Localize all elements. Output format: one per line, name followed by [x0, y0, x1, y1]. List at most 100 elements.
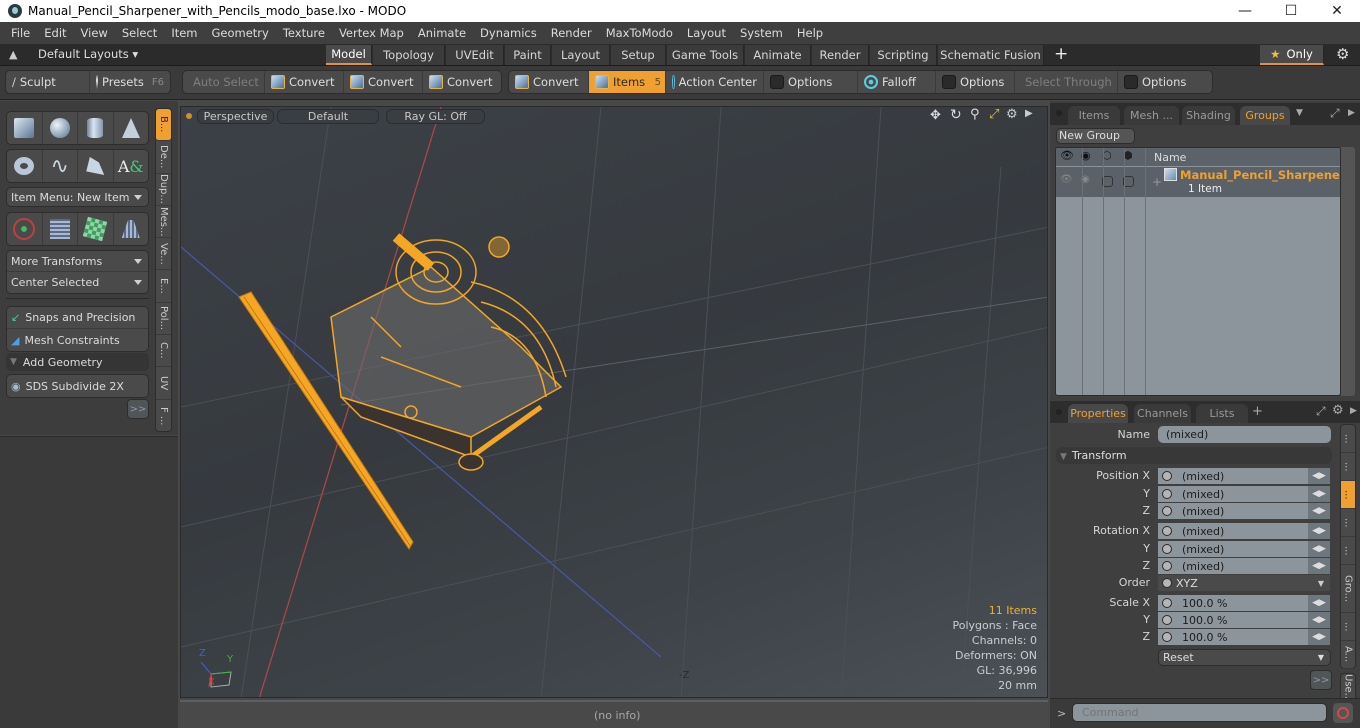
menu-item[interactable]: Item: [164, 26, 204, 40]
vtab-duplicate[interactable]: Dup...: [156, 174, 171, 206]
keyframe-dot-icon[interactable]: [1162, 632, 1172, 642]
torus-primitive-button[interactable]: [7, 150, 43, 182]
scale-x-field[interactable]: 100.0 % ◀▶: [1158, 595, 1330, 611]
center-selected-dropdown[interactable]: Center Selected: [7, 272, 148, 293]
checker-tool-button[interactable]: [78, 213, 114, 245]
text-tool-button[interactable]: A&: [114, 150, 149, 182]
tab-items[interactable]: Items: [1068, 106, 1120, 125]
action-center-button[interactable]: Action Center: [666, 71, 764, 93]
keyframe-dot-icon[interactable]: [1162, 506, 1172, 516]
tabs-dropdown-icon[interactable]: ▼: [1296, 108, 1303, 118]
action-center-options-button[interactable]: Options: [764, 71, 858, 93]
menu-view[interactable]: View: [74, 26, 115, 40]
convert-materials-button[interactable]: Convert: [509, 71, 589, 93]
group-row[interactable]: 👁 ◉ + Manual_Pencil_Sharpener... 1 Item: [1056, 167, 1340, 197]
drag-arrows-icon[interactable]: ◀▶: [1308, 523, 1330, 539]
menu-texture[interactable]: Texture: [276, 26, 332, 40]
tab-mesh[interactable]: Mesh ...: [1124, 106, 1179, 125]
collapse-up-icon[interactable]: ▲: [9, 48, 17, 61]
convert-edges-button[interactable]: Convert: [344, 71, 423, 93]
tab-schematic-fusion[interactable]: Schematic Fusion: [938, 45, 1044, 65]
keyframe-dot-icon[interactable]: [1162, 615, 1172, 625]
rotation-y-field[interactable]: (mixed) ◀▶: [1158, 541, 1330, 557]
tab-shading[interactable]: Shading: [1182, 106, 1235, 125]
sds-subdivide-button[interactable]: ◉ SDS Subdivide 2X: [7, 375, 148, 397]
item-menu-dropdown[interactable]: Item Menu: New Item: [6, 187, 149, 207]
cone-primitive-button[interactable]: [114, 112, 149, 144]
side-tab[interactable]: ...: [1341, 425, 1355, 453]
settings-gear-icon[interactable]: ⚙: [1336, 45, 1349, 63]
side-tab[interactable]: ...: [1341, 453, 1355, 481]
more-properties-button[interactable]: >>: [1310, 670, 1332, 690]
rotate-icon[interactable]: ↻: [950, 107, 962, 123]
add-tab-plus-icon[interactable]: +: [1252, 404, 1263, 419]
convert-polygons-button[interactable]: Convert: [423, 71, 501, 93]
keyframe-dot-icon[interactable]: [1162, 526, 1172, 536]
vtab-polygon[interactable]: Pol...: [156, 303, 171, 336]
sphere-primitive-button[interactable]: [43, 112, 78, 144]
row-visibility-icon[interactable]: 👁: [1060, 174, 1073, 185]
tab-setup[interactable]: Setup: [611, 45, 666, 65]
keyframe-dot-icon[interactable]: [1162, 471, 1172, 481]
vtab-deform[interactable]: De...: [156, 141, 171, 174]
cylinder-primitive-button[interactable]: [78, 112, 114, 144]
spiral-primitive-button[interactable]: ∿: [43, 150, 78, 182]
vtab-curve[interactable]: C...: [156, 335, 171, 368]
position-y-field[interactable]: (mixed) ◀▶: [1158, 486, 1330, 502]
menu-dynamics[interactable]: Dynamics: [473, 26, 544, 40]
select-through-button[interactable]: Select Through: [1015, 71, 1118, 93]
falloff-options-button[interactable]: Options: [936, 71, 1015, 93]
raygl-button[interactable]: Ray GL: Off: [386, 109, 485, 124]
drag-arrows-icon[interactable]: ◀▶: [1308, 629, 1330, 645]
vtab-edge[interactable]: E...: [156, 270, 171, 303]
visibility-eye-icon[interactable]: 👁: [1060, 149, 1074, 162]
add-tab-button[interactable]: +: [1054, 44, 1068, 64]
tab-uvedit[interactable]: UVEdit: [446, 45, 504, 65]
menu-system[interactable]: System: [733, 26, 790, 40]
viewport-settings-gear-icon[interactable]: ⚙: [1006, 107, 1018, 122]
pan-icon[interactable]: ✥: [930, 108, 941, 123]
maximize-panel-icon[interactable]: ⤢: [1330, 106, 1340, 121]
shading-style-button[interactable]: Default: [277, 109, 379, 124]
keyframe-dot-icon[interactable]: [1162, 489, 1172, 499]
close-button[interactable]: ✕: [1314, 0, 1360, 22]
cube-primitive-button[interactable]: [7, 112, 43, 144]
scale-y-field[interactable]: 100.0 % ◀▶: [1158, 612, 1330, 628]
presets-button[interactable]: Presets F6: [90, 71, 170, 93]
tab-topology[interactable]: Topology: [373, 45, 445, 65]
vtab-basic[interactable]: B...: [156, 109, 171, 142]
vtab-mesh[interactable]: Mes...: [156, 206, 171, 239]
drag-arrows-icon[interactable]: ◀▶: [1308, 612, 1330, 628]
tab-render[interactable]: Render: [812, 45, 869, 65]
tab-game-tools[interactable]: Game Tools: [667, 45, 744, 65]
reset-dropdown[interactable]: Reset ▼: [1158, 649, 1331, 666]
tab-layout[interactable]: Layout: [552, 45, 610, 65]
menu-render[interactable]: Render: [544, 26, 599, 40]
side-tab[interactable]: ...: [1341, 509, 1355, 537]
menu-geometry[interactable]: Geometry: [205, 26, 276, 40]
expand-arrow-icon[interactable]: ▶: [1025, 108, 1033, 119]
panel-arrow-icon[interactable]: ▶: [1350, 406, 1357, 416]
maximize-button[interactable]: ☐: [1268, 0, 1314, 22]
expand-plus-icon[interactable]: +: [1152, 175, 1162, 189]
menu-maxtomodo[interactable]: MaxToModo: [599, 26, 680, 40]
drag-arrows-icon[interactable]: ◀▶: [1308, 468, 1330, 484]
mesh-constraints-button[interactable]: ◢ Mesh Constraints: [7, 329, 148, 351]
more-transforms-dropdown[interactable]: More Transforms: [7, 251, 148, 272]
snaps-precision-button[interactable]: ↙ Snaps and Precision: [7, 307, 148, 329]
tab-lists[interactable]: Lists: [1196, 404, 1248, 423]
name-field[interactable]: (mixed): [1158, 426, 1331, 443]
drag-arrows-icon[interactable]: ◀▶: [1308, 486, 1330, 502]
side-tab-active[interactable]: ...: [1341, 481, 1355, 509]
viewport-options-dot-icon[interactable]: [186, 113, 192, 119]
menu-file[interactable]: File: [4, 26, 37, 40]
menu-vertex-map[interactable]: Vertex Map: [332, 26, 411, 40]
scale-z-field[interactable]: 100.0 % ◀▶: [1158, 629, 1330, 645]
position-x-field[interactable]: (mixed) ◀▶: [1158, 468, 1330, 484]
minimize-button[interactable]: —: [1222, 0, 1268, 22]
keyframe-dot-icon[interactable]: [1162, 598, 1172, 608]
lattice-tool-button[interactable]: [43, 213, 78, 245]
tab-paint[interactable]: Paint: [505, 45, 551, 65]
zoom-icon[interactable]: ⚲: [970, 107, 980, 122]
menu-animate[interactable]: Animate: [411, 26, 473, 40]
